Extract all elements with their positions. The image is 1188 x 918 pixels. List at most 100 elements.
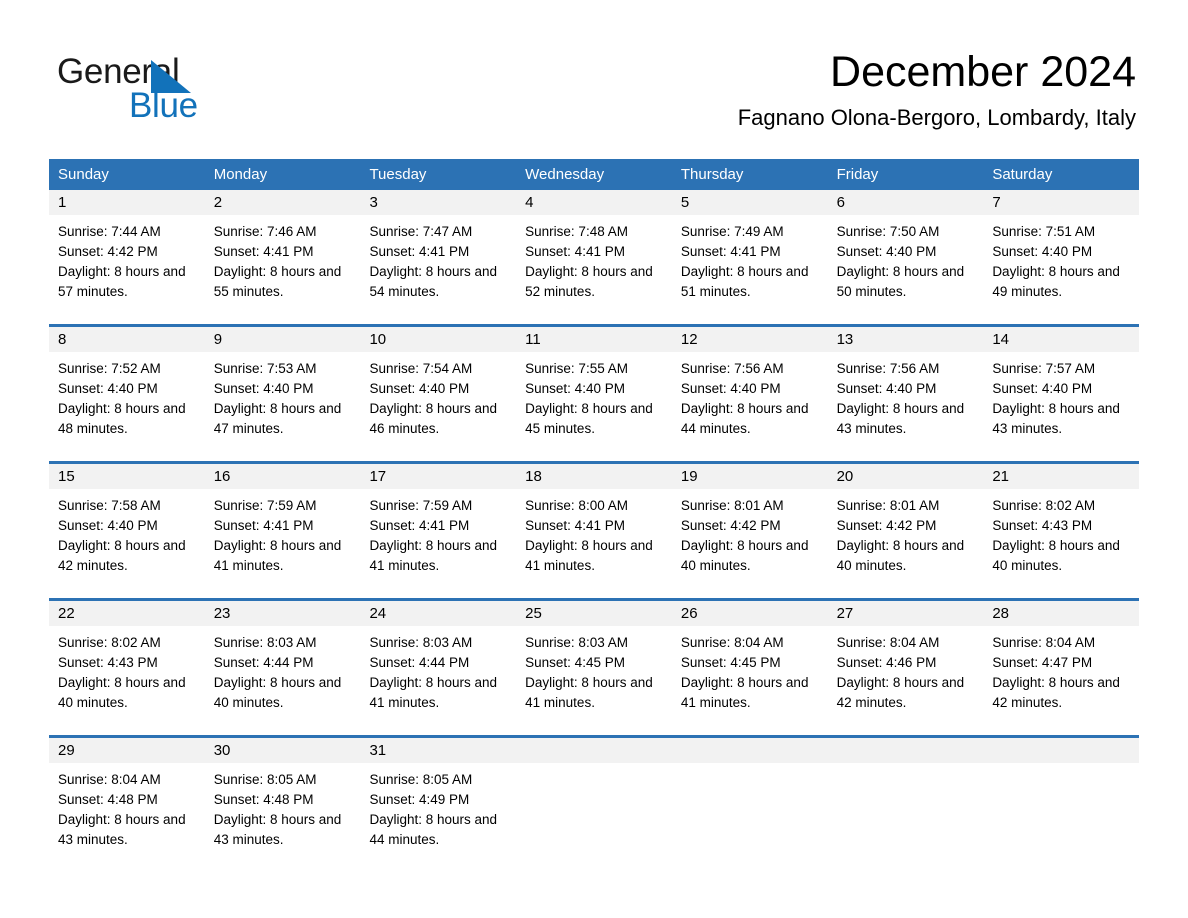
day-cell[interactable]: Sunrise: 8:04 AM Sunset: 4:45 PM Daylight:… [672,633,828,713]
day-cell[interactable]: Sunrise: 7:46 AM Sunset: 4:41 PM Daylight:… [205,222,361,302]
sunset-text: Sunset: 4:40 PM [992,244,1093,259]
day-cell[interactable]: Sunrise: 7:56 AM Sunset: 4:40 PM Daylight:… [828,359,984,439]
day-cell[interactable]: Sunrise: 8:04 AM Sunset: 4:47 PM Daylight:… [983,633,1139,713]
day-number[interactable]: 17 [360,464,516,489]
day-number[interactable]: 23 [205,601,361,626]
day-number[interactable]: 31 [360,738,516,763]
daylight-text: Daylight: 8 hours and 44 minutes. [680,401,809,436]
day-number-band: 29 30 31 [49,738,1139,763]
calendar-page: General Blue December 2024 Fagnano Olona… [0,0,1188,918]
day-cell[interactable]: Sunrise: 8:02 AM Sunset: 4:43 PM Daylight:… [983,496,1139,576]
sunrise-text: Sunrise: 8:02 AM [58,635,161,650]
daylight-text: Daylight: 8 hours and 40 minutes. [213,675,342,710]
sunrise-text: Sunrise: 7:49 AM [680,224,784,239]
day-cell[interactable]: Sunrise: 7:53 AM Sunset: 4:40 PM Daylight:… [205,359,361,439]
day-cell[interactable]: Sunrise: 8:00 AM Sunset: 4:41 PM Daylight:… [516,496,672,576]
weekday-header-sunday: Sunday [58,166,109,183]
sunset-text: Sunset: 4:42 PM [58,244,158,259]
daylight-text: Daylight: 8 hours and 41 minutes. [680,675,809,710]
sunset-text: Sunset: 4:41 PM [369,244,470,259]
day-number-empty [828,738,984,763]
day-cell[interactable]: Sunrise: 8:03 AM Sunset: 4:44 PM Daylight:… [205,633,361,713]
day-cell[interactable]: Sunrise: 8:03 AM Sunset: 4:44 PM Daylight:… [360,633,516,713]
day-number[interactable]: 12 [672,327,828,352]
daylight-text: Daylight: 8 hours and 49 minutes. [992,264,1120,299]
day-cell[interactable]: Sunrise: 8:01 AM Sunset: 4:42 PM Daylight:… [672,496,828,576]
sunrise-text: Sunrise: 8:01 AM [836,498,940,513]
day-number[interactable]: 22 [49,601,205,626]
daylight-text: Daylight: 8 hours and 43 minutes. [213,812,342,847]
day-number[interactable]: 25 [516,601,672,626]
sunset-text: Sunset: 4:40 PM [680,381,781,396]
day-number[interactable]: 20 [828,464,984,489]
day-cell[interactable]: Sunrise: 7:48 AM Sunset: 4:41 PM Daylight:… [516,222,672,302]
daylight-text: Daylight: 8 hours and 50 minutes. [836,264,965,299]
day-number[interactable]: 11 [516,327,672,352]
day-cell[interactable]: Sunrise: 8:04 AM Sunset: 4:48 PM Daylight:… [49,770,205,850]
day-detail-row: Sunrise: 7:44 AM Sunset: 4:42 PM Daylight:… [49,215,1139,312]
day-number[interactable]: 26 [672,601,828,626]
day-cell[interactable]: Sunrise: 7:58 AM Sunset: 4:40 PM Daylight:… [49,496,205,576]
day-cell[interactable]: Sunrise: 7:56 AM Sunset: 4:40 PM Daylight:… [672,359,828,439]
day-number[interactable]: 8 [49,327,205,352]
day-cell[interactable]: Sunrise: 7:50 AM Sunset: 4:40 PM Daylight:… [828,222,984,302]
location-subtitle: Fagnano Olona-Bergoro, Lombardy, Italy [737,105,1136,130]
day-number[interactable]: 24 [360,601,516,626]
daylight-text: Daylight: 8 hours and 41 minutes. [525,675,653,710]
generalblue-logo[interactable]: General Blue [57,52,387,130]
day-number[interactable]: 6 [828,190,984,215]
day-cell[interactable]: Sunrise: 8:05 AM Sunset: 4:49 PM Daylight:… [360,770,516,850]
day-number[interactable]: 1 [49,190,205,215]
day-number[interactable]: 18 [516,464,672,489]
day-number[interactable]: 19 [672,464,828,489]
day-number[interactable]: 7 [983,190,1139,215]
sunset-text: Sunset: 4:42 PM [836,518,937,533]
day-cell[interactable]: Sunrise: 7:59 AM Sunset: 4:41 PM Daylight:… [360,496,516,576]
sunset-text: Sunset: 4:41 PM [525,518,625,533]
calendar-week-row: 29 30 31 Sunrise: 8:04 AM Sunset: 4:48 PM Day… [49,735,1139,860]
logo-text-blue: Blue [129,86,198,125]
day-number[interactable]: 15 [49,464,205,489]
sunset-text: Sunset: 4:45 PM [525,655,625,670]
day-cell[interactable]: Sunrise: 8:02 AM Sunset: 4:43 PM Daylight:… [49,633,205,713]
day-number[interactable]: 27 [828,601,984,626]
weekday-header-friday: Friday [836,166,879,183]
day-number[interactable]: 28 [983,601,1139,626]
day-number[interactable]: 13 [828,327,984,352]
calendar-week-row: 8 9 10 11 12 13 14 Sunrise: 7:52 AM Sunset: 4:40… [49,324,1139,449]
day-cell[interactable]: Sunrise: 7:51 AM Sunset: 4:40 PM Daylight:… [983,222,1139,302]
day-number[interactable]: 10 [360,327,516,352]
day-cell[interactable]: Sunrise: 8:03 AM Sunset: 4:45 PM Daylight:… [516,633,672,713]
daylight-text: Daylight: 8 hours and 42 minutes. [58,538,186,573]
day-cell[interactable]: Sunrise: 8:01 AM Sunset: 4:42 PM Daylight:… [828,496,984,576]
day-number[interactable]: 3 [360,190,516,215]
day-number[interactable]: 29 [49,738,205,763]
day-cell[interactable]: Sunrise: 7:44 AM Sunset: 4:42 PM Daylight:… [49,222,205,302]
daylight-text: Daylight: 8 hours and 51 minutes. [680,264,809,299]
daylight-text: Daylight: 8 hours and 48 minutes. [58,401,186,436]
day-cell[interactable]: Sunrise: 7:55 AM Sunset: 4:40 PM Daylight:… [516,359,672,439]
sunset-text: Sunset: 4:40 PM [369,381,470,396]
day-number[interactable]: 14 [983,327,1139,352]
day-cell[interactable]: Sunrise: 8:05 AM Sunset: 4:48 PM Daylight:… [205,770,361,850]
sunset-text: Sunset: 4:40 PM [836,244,937,259]
day-number[interactable]: 4 [516,190,672,215]
day-number-band: 22 23 24 25 26 27 28 [49,601,1139,626]
day-cell[interactable]: Sunrise: 7:47 AM Sunset: 4:41 PM Daylight:… [360,222,516,302]
day-cell[interactable]: Sunrise: 7:54 AM Sunset: 4:40 PM Daylight:… [360,359,516,439]
day-cell[interactable]: Sunrise: 7:57 AM Sunset: 4:40 PM Daylight:… [983,359,1139,439]
day-cell[interactable]: Sunrise: 7:49 AM Sunset: 4:41 PM Daylight:… [672,222,828,302]
day-number[interactable]: 2 [205,190,361,215]
sunrise-text: Sunrise: 7:57 AM [992,361,1096,376]
day-number-band: 8 9 10 11 12 13 14 [49,327,1139,352]
day-number[interactable]: 30 [205,738,361,763]
day-number[interactable]: 21 [983,464,1139,489]
sunrise-text: Sunrise: 7:52 AM [58,361,161,376]
sunset-text: Sunset: 4:44 PM [369,655,470,670]
day-cell[interactable]: Sunrise: 7:52 AM Sunset: 4:40 PM Daylight:… [49,359,205,439]
day-cell[interactable]: Sunrise: 8:04 AM Sunset: 4:46 PM Daylight:… [828,633,984,713]
day-cell[interactable]: Sunrise: 7:59 AM Sunset: 4:41 PM Daylight:… [205,496,361,576]
day-number[interactable]: 5 [672,190,828,215]
day-number[interactable]: 9 [205,327,361,352]
day-number[interactable]: 16 [205,464,361,489]
